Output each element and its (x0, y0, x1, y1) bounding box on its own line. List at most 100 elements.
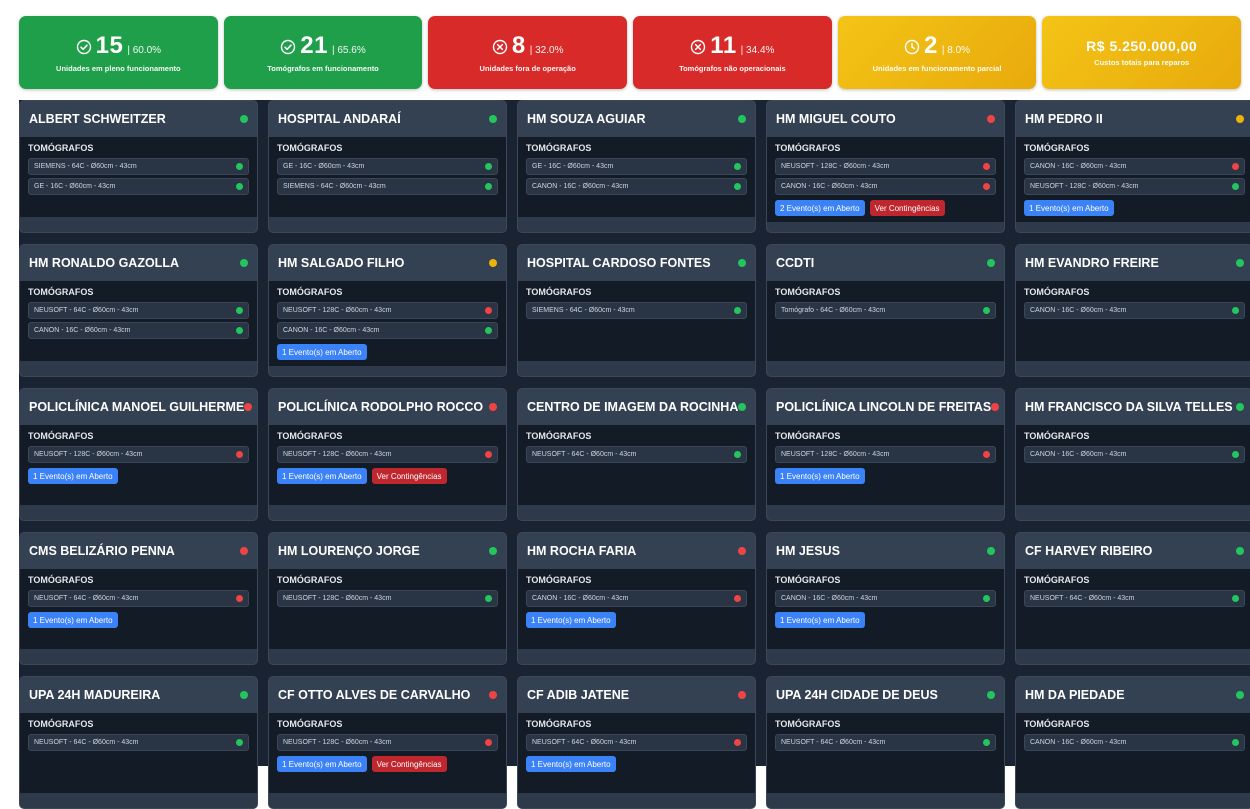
open-events-button[interactable]: 1 Evento(s) em Aberto (28, 468, 118, 484)
unit-card[interactable]: HM JESUS TOMÓGRAFOS CANON - 16C - Ø60cm - … (766, 532, 1005, 665)
scanner-row[interactable]: CANON - 16C - Ø60cm - 43cm (1024, 446, 1245, 463)
unit-card[interactable]: POLICLÍNICA RODOLPHO ROCCO TOMÓGRAFOS NEUS… (268, 388, 507, 521)
view-contingencies-button[interactable]: Ver Contingências (371, 468, 447, 484)
scanner-row[interactable]: CANON - 16C - Ø60cm - 43cm (1024, 302, 1245, 319)
open-events-button[interactable]: 1 Evento(s) em Aberto (277, 468, 367, 484)
scanner-name: NEUSOFT - 128C - Ø60cm - 43cm (283, 739, 392, 746)
section-label: TOMÓGRAFOS (277, 287, 343, 297)
unit-name: HM MIGUEL COUTO (776, 112, 896, 126)
unit-card[interactable]: CCDTI TOMÓGRAFOS Tomógrafo - 64C - Ø60cm -… (766, 244, 1005, 377)
open-events-button[interactable]: 1 Evento(s) em Aberto (28, 612, 118, 628)
unit-card-body: TOMÓGRAFOS NEUSOFT - 128C - Ø60cm - 43cm (269, 569, 506, 649)
unit-card[interactable]: HM MIGUEL COUTO TOMÓGRAFOS NEUSOFT - 128C … (766, 100, 1005, 233)
unit-status-indicator (987, 691, 995, 699)
scanner-row[interactable]: NEUSOFT - 128C - Ø60cm - 43cm (277, 446, 498, 463)
scanner-row[interactable]: GE - 16C - Ø60cm - 43cm (526, 158, 747, 175)
unit-card[interactable]: POLICLÍNICA MANOEL GUILHERME TOMÓGRAFOS NE… (19, 388, 258, 521)
scanner-row[interactable]: GE - 16C - Ø60cm - 43cm (28, 178, 249, 195)
unit-card-body: TOMÓGRAFOS CANON - 16C - Ø60cm - 43cm NEUS… (1016, 137, 1250, 222)
unit-card-body: TOMÓGRAFOS SIEMENS - 64C - Ø60cm - 43cm GE… (20, 137, 257, 217)
scanner-row[interactable]: NEUSOFT - 128C - Ø60cm - 43cm (1024, 178, 1245, 195)
open-events-button[interactable]: 1 Evento(s) em Aberto (1024, 200, 1114, 216)
unit-card-body: TOMÓGRAFOS NEUSOFT - 128C - Ø60cm - 43cm 1… (20, 425, 257, 505)
scanner-row[interactable]: CANON - 16C - Ø60cm - 43cm (526, 178, 747, 195)
scanner-name: SIEMENS - 64C - Ø60cm - 43cm (532, 307, 635, 314)
open-events-button[interactable]: 1 Evento(s) em Aberto (526, 612, 616, 628)
unit-name: HM DA PIEDADE (1025, 688, 1125, 702)
scanner-status-indicator (236, 451, 243, 458)
view-contingencies-button[interactable]: Ver Contingências (869, 200, 945, 216)
stat-value: 11 (710, 32, 737, 59)
stat-percentage: | 8.0% (941, 45, 971, 56)
scanner-row[interactable]: CANON - 16C - Ø60cm - 43cm (277, 322, 498, 339)
unit-card[interactable]: HM RONALDO GAZOLLA TOMÓGRAFOS NEUSOFT - 64… (19, 244, 258, 377)
unit-card[interactable]: HM DA PIEDADE TOMÓGRAFOS CANON - 16C - Ø60… (1015, 676, 1250, 809)
view-contingencies-button[interactable]: Ver Contingências (371, 756, 447, 772)
unit-card[interactable]: POLICLÍNICA LINCOLN DE FREITAS TOMÓGRAFOS… (766, 388, 1005, 521)
scanner-row[interactable]: NEUSOFT - 128C - Ø60cm - 43cm (277, 734, 498, 751)
scanner-row[interactable]: NEUSOFT - 64C - Ø60cm - 43cm (775, 734, 996, 751)
unit-card[interactable]: ALBERT SCHWEITZER TOMÓGRAFOS SIEMENS - 64C… (19, 100, 258, 233)
scanner-row[interactable]: CANON - 16C - Ø60cm - 43cm (1024, 734, 1245, 751)
unit-card-body: TOMÓGRAFOS CANON - 16C - Ø60cm - 43cm (1016, 281, 1250, 361)
open-events-button[interactable]: 1 Evento(s) em Aberto (526, 756, 616, 772)
scanner-row[interactable]: GE - 16C - Ø60cm - 43cm (277, 158, 498, 175)
unit-card[interactable]: CF HARVEY RIBEIRO TOMÓGRAFOS NEUSOFT - 64C… (1015, 532, 1250, 665)
unit-name: CF ADIB JATENE (527, 688, 630, 702)
unit-card[interactable]: HM LOURENÇO JORGE TOMÓGRAFOS NEUSOFT - 128… (268, 532, 507, 665)
scanner-row[interactable]: NEUSOFT - 128C - Ø60cm - 43cm (277, 302, 498, 319)
section-label: TOMÓGRAFOS (775, 287, 841, 297)
scanner-row[interactable]: Tomógrafo - 64C - Ø60cm - 43cm (775, 302, 996, 319)
section-label: TOMÓGRAFOS (28, 575, 94, 585)
scanner-status-indicator (983, 183, 990, 190)
scanner-row[interactable]: NEUSOFT - 128C - Ø60cm - 43cm (775, 446, 996, 463)
unit-card-header: CMS BELIZÁRIO PENNA (20, 533, 257, 569)
unit-name: CF HARVEY RIBEIRO (1025, 544, 1153, 558)
scanner-row[interactable]: CANON - 16C - Ø60cm - 43cm (1024, 158, 1245, 175)
unit-actions: 1 Evento(s) em Aberto (775, 612, 996, 628)
unit-card[interactable]: HM SOUZA AGUIAR TOMÓGRAFOS GE - 16C - Ø60c… (517, 100, 756, 233)
unit-card-body: TOMÓGRAFOS CANON - 16C - Ø60cm - 43cm 1 Ev… (767, 569, 1004, 649)
unit-name: HM JESUS (776, 544, 840, 558)
unit-card[interactable]: CENTRO DE IMAGEM DA ROCINHA TOMÓGRAFOS NEU… (517, 388, 756, 521)
unit-status-indicator (738, 691, 746, 699)
scanner-row[interactable]: NEUSOFT - 128C - Ø60cm - 43cm (28, 446, 249, 463)
unit-card-header: HM PEDRO II (1016, 101, 1250, 137)
scanner-row[interactable]: SIEMENS - 64C - Ø60cm - 43cm (526, 302, 747, 319)
unit-card-header: HM FRANCISCO DA SILVA TELLES (1016, 389, 1250, 425)
scanner-row[interactable]: CANON - 16C - Ø60cm - 43cm (775, 590, 996, 607)
scanner-row[interactable]: NEUSOFT - 128C - Ø60cm - 43cm (775, 158, 996, 175)
scanner-row[interactable]: NEUSOFT - 128C - Ø60cm - 43cm (277, 590, 498, 607)
open-events-button[interactable]: 1 Evento(s) em Aberto (775, 468, 865, 484)
open-events-button[interactable]: 1 Evento(s) em Aberto (775, 612, 865, 628)
open-events-button[interactable]: 1 Evento(s) em Aberto (277, 756, 367, 772)
scanner-row[interactable]: NEUSOFT - 64C - Ø60cm - 43cm (28, 302, 249, 319)
unit-card[interactable]: HM FRANCISCO DA SILVA TELLES TOMÓGRAFOS CA… (1015, 388, 1250, 521)
scanner-row[interactable]: CANON - 16C - Ø60cm - 43cm (775, 178, 996, 195)
scanner-row[interactable]: SIEMENS - 64C - Ø60cm - 43cm (277, 178, 498, 195)
unit-card[interactable]: CMS BELIZÁRIO PENNA TOMÓGRAFOS NEUSOFT - 6… (19, 532, 258, 665)
scanner-row[interactable]: NEUSOFT - 64C - Ø60cm - 43cm (1024, 590, 1245, 607)
unit-card[interactable]: HOSPITAL ANDARAÍ TOMÓGRAFOS GE - 16C - Ø60… (268, 100, 507, 233)
unit-card[interactable]: HM PEDRO II TOMÓGRAFOS CANON - 16C - Ø60cm… (1015, 100, 1250, 233)
scanner-name: CANON - 16C - Ø60cm - 43cm (1030, 163, 1127, 170)
scanner-row[interactable]: SIEMENS - 64C - Ø60cm - 43cm (28, 158, 249, 175)
scanner-row[interactable]: CANON - 16C - Ø60cm - 43cm (526, 590, 747, 607)
unit-card[interactable]: CF ADIB JATENE TOMÓGRAFOS NEUSOFT - 64C - … (517, 676, 756, 809)
unit-card[interactable]: UPA 24H MADUREIRA TOMÓGRAFOS NEUSOFT - 64C… (19, 676, 258, 809)
unit-card[interactable]: CF OTTO ALVES DE CARVALHO TOMÓGRAFOS NEUSO… (268, 676, 507, 809)
scanner-row[interactable]: CANON - 16C - Ø60cm - 43cm (28, 322, 249, 339)
scanner-name: CANON - 16C - Ø60cm - 43cm (781, 595, 878, 602)
unit-card-header: HM LOURENÇO JORGE (269, 533, 506, 569)
scanner-row[interactable]: NEUSOFT - 64C - Ø60cm - 43cm (28, 590, 249, 607)
unit-card[interactable]: HM SALGADO FILHO TOMÓGRAFOS NEUSOFT - 128C… (268, 244, 507, 377)
open-events-button[interactable]: 1 Evento(s) em Aberto (277, 344, 367, 360)
unit-card[interactable]: UPA 24H CIDADE DE DEUS TOMÓGRAFOS NEUSOFT … (766, 676, 1005, 809)
unit-card[interactable]: HOSPITAL CARDOSO FONTES TOMÓGRAFOS SIEMENS… (517, 244, 756, 377)
unit-card[interactable]: HM ROCHA FARIA TOMÓGRAFOS CANON - 16C - Ø6… (517, 532, 756, 665)
open-events-button[interactable]: 2 Evento(s) em Aberto (775, 200, 865, 216)
scanner-row[interactable]: NEUSOFT - 64C - Ø60cm - 43cm (526, 446, 747, 463)
scanner-row[interactable]: NEUSOFT - 64C - Ø60cm - 43cm (28, 734, 249, 751)
unit-card[interactable]: HM EVANDRO FREIRE TOMÓGRAFOS CANON - 16C -… (1015, 244, 1250, 377)
scanner-row[interactable]: NEUSOFT - 64C - Ø60cm - 43cm (526, 734, 747, 751)
